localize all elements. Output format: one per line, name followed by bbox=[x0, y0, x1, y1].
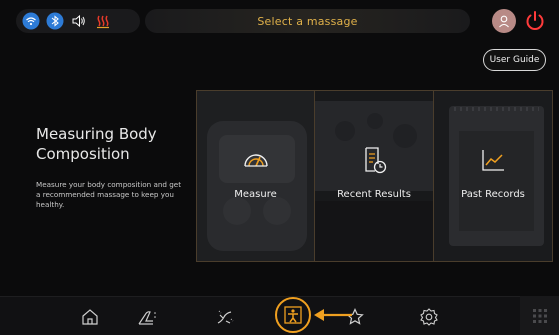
settings-icon[interactable] bbox=[414, 297, 444, 335]
action-cards: Measure Recent Results Past Records bbox=[196, 90, 553, 262]
power-button[interactable] bbox=[522, 8, 548, 34]
status-icons bbox=[16, 9, 140, 33]
measure-label: Measure bbox=[234, 189, 277, 200]
massage-selector[interactable]: Select a massage bbox=[145, 9, 470, 33]
stretch-icon[interactable] bbox=[210, 297, 240, 335]
measure-card[interactable]: Measure bbox=[196, 90, 315, 262]
section-description: Measure your body composition and get a … bbox=[36, 180, 182, 209]
recent-results-card[interactable]: Recent Results bbox=[315, 90, 434, 262]
recent-results-label: Recent Results bbox=[337, 189, 411, 200]
gauge-icon bbox=[239, 143, 273, 177]
home-icon[interactable] bbox=[75, 297, 105, 335]
apps-grid-icon[interactable] bbox=[520, 296, 559, 335]
bluetooth-icon[interactable] bbox=[46, 12, 64, 30]
section-heading: Measuring Body Composition bbox=[36, 125, 157, 163]
volume-icon[interactable] bbox=[70, 12, 88, 30]
past-records-label: Past Records bbox=[461, 189, 525, 200]
avatar[interactable] bbox=[492, 9, 516, 33]
recline-icon[interactable] bbox=[132, 297, 162, 335]
past-records-card[interactable]: Past Records bbox=[434, 90, 553, 262]
top-bar: Select a massage bbox=[0, 0, 559, 44]
chart-line-icon bbox=[476, 143, 510, 177]
pointer-arrow-icon bbox=[314, 309, 352, 321]
power-icon bbox=[526, 11, 544, 30]
heat-icon[interactable] bbox=[94, 12, 112, 30]
document-clock-icon bbox=[357, 143, 391, 177]
body-composition-icon[interactable] bbox=[275, 297, 311, 333]
user-guide-button[interactable]: User Guide bbox=[483, 49, 546, 71]
user-guide-label: User Guide bbox=[489, 55, 540, 65]
wifi-icon[interactable] bbox=[22, 12, 40, 30]
page-title: Select a massage bbox=[257, 14, 358, 28]
